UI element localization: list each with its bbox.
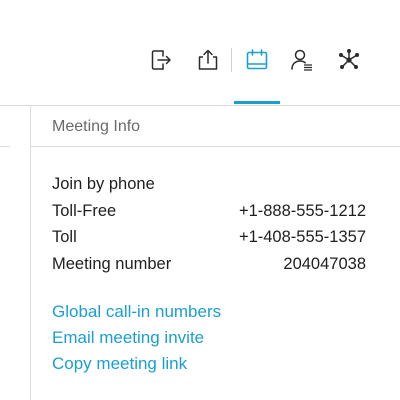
join-heading: Join by phone	[52, 175, 155, 193]
phone-value: +1-888-555-1212	[238, 201, 366, 220]
phone-value: +1-408-555-1357	[238, 228, 366, 246]
participants-button[interactable]	[284, 42, 320, 78]
toolbar	[0, 0, 400, 106]
meeting-links: Global call-in numbers Email meeting inv…	[52, 302, 221, 380]
participants-icon	[291, 49, 312, 71]
leave-button[interactable]	[143, 42, 179, 78]
toolbar-divider	[0, 105, 400, 106]
meeting-info-button[interactable]	[239, 42, 275, 78]
more-icon	[339, 49, 359, 69]
share-icon	[198, 49, 218, 70]
join-by-phone-section: Join by phone Toll-Free +1-888-555-1212 …	[52, 174, 366, 280]
panel-header-divider	[31, 146, 400, 147]
left-pane-divider	[0, 146, 10, 147]
active-tab-indicator	[234, 101, 280, 104]
more-button[interactable]	[331, 42, 367, 78]
leave-icon	[151, 50, 171, 70]
phone-row-toll: Toll +1-408-555-1357	[52, 227, 366, 254]
meeting-number-label: Meeting number	[52, 254, 172, 273]
toolbar-separator	[231, 48, 232, 72]
phone-label: Toll-Free	[52, 201, 117, 220]
phone-label: Toll	[52, 228, 77, 246]
meeting-number-value: 204047038	[283, 254, 366, 273]
panel-left-border	[30, 106, 31, 400]
join-heading-row: Join by phone	[52, 174, 366, 201]
global-call-in-numbers-link[interactable]: Global call-in numbers	[52, 302, 221, 328]
copy-meeting-link-link[interactable]: Copy meeting link	[52, 354, 221, 380]
meeting-info-icon	[246, 49, 268, 70]
phone-row-toll-free: Toll-Free +1-888-555-1212	[52, 201, 366, 228]
meeting-number-row: Meeting number 204047038	[52, 254, 366, 281]
panel-title: Meeting Info	[52, 118, 141, 135]
share-button[interactable]	[190, 42, 226, 78]
email-meeting-invite-link[interactable]: Email meeting invite	[52, 328, 221, 354]
